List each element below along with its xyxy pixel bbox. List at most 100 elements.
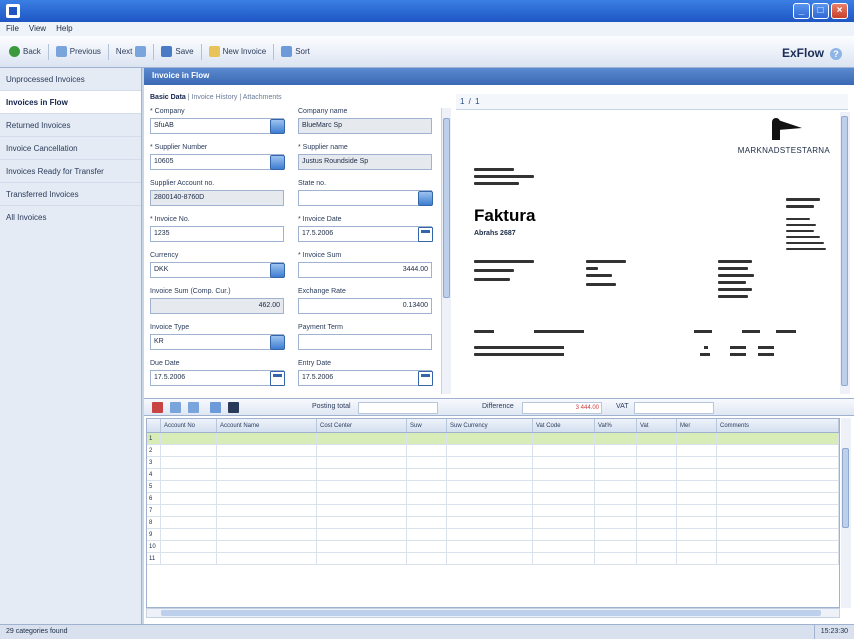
table-cell[interactable] [717, 493, 839, 504]
table-cell[interactable] [533, 529, 595, 540]
table-cell[interactable] [717, 553, 839, 564]
table-cell[interactable] [447, 457, 533, 468]
table-row[interactable]: 8 [147, 517, 839, 529]
grid-horizontal-scrollbar[interactable] [146, 608, 840, 618]
column-header[interactable]: Suw [407, 419, 447, 432]
supplier-number-input[interactable]: 10605 [150, 154, 285, 170]
split-icon[interactable] [188, 402, 199, 413]
table-cell[interactable] [717, 505, 839, 516]
menu-help[interactable]: Help [56, 22, 72, 36]
invoice-sum-comp-input[interactable]: 462.00 [150, 298, 284, 314]
form-scrollbar[interactable] [441, 108, 451, 394]
entry-date-input[interactable]: 17.5.2006 [298, 370, 433, 386]
invoice-type-input[interactable]: KR [150, 334, 285, 350]
table-cell[interactable] [317, 457, 407, 468]
table-cell[interactable] [677, 457, 717, 468]
table-cell[interactable] [161, 529, 217, 540]
company-name-input[interactable]: BlueMarc Sp [298, 118, 432, 134]
table-cell[interactable] [217, 517, 317, 528]
table-cell[interactable] [317, 517, 407, 528]
table-cell[interactable] [447, 505, 533, 516]
table-cell[interactable] [217, 529, 317, 540]
supplier-name-input[interactable]: Justus Roundside Sp [298, 154, 432, 170]
table-cell[interactable] [533, 457, 595, 468]
state-input[interactable] [298, 190, 433, 206]
table-cell[interactable] [717, 469, 839, 480]
column-header[interactable]: Vat Code [533, 419, 595, 432]
table-cell[interactable] [317, 505, 407, 516]
sidebar-item-ready-transfer[interactable]: Invoices Ready for Transfer [0, 160, 141, 183]
table-cell[interactable] [637, 541, 677, 552]
table-cell[interactable] [637, 517, 677, 528]
table-cell[interactable] [161, 481, 217, 492]
table-cell[interactable] [407, 433, 447, 444]
scrollbar-thumb[interactable] [842, 448, 849, 528]
company-input[interactable]: SfuAB [150, 118, 285, 134]
table-cell[interactable] [317, 529, 407, 540]
table-cell[interactable] [447, 481, 533, 492]
table-cell[interactable] [677, 529, 717, 540]
table-cell[interactable] [717, 433, 839, 444]
table-row[interactable]: 3 [147, 457, 839, 469]
table-cell[interactable] [533, 481, 595, 492]
maximize-button[interactable]: □ [812, 3, 829, 19]
save-button[interactable]: Save [158, 44, 196, 59]
lookup-icon[interactable] [270, 263, 285, 278]
exchange-rate-input[interactable]: 0.13400 [298, 298, 432, 314]
table-cell[interactable] [217, 481, 317, 492]
table-row[interactable]: 9 [147, 529, 839, 541]
table-cell[interactable] [407, 517, 447, 528]
table-cell[interactable] [595, 481, 637, 492]
table-cell[interactable] [161, 541, 217, 552]
scrollbar-thumb[interactable] [841, 116, 848, 386]
pdf-page-indicator[interactable]: 1 / 1 [460, 97, 481, 106]
table-cell[interactable] [533, 493, 595, 504]
table-cell[interactable] [217, 445, 317, 456]
table-cell[interactable] [595, 529, 637, 540]
scrollbar-thumb[interactable] [161, 610, 821, 616]
table-cell[interactable] [407, 541, 447, 552]
table-row[interactable]: 6 [147, 493, 839, 505]
grid-icon[interactable] [170, 402, 181, 413]
lookup-icon[interactable] [270, 155, 285, 170]
due-date-input[interactable]: 17.5.2006 [150, 370, 285, 386]
table-cell[interactable] [595, 505, 637, 516]
table-cell[interactable] [317, 433, 407, 444]
table-cell[interactable] [717, 457, 839, 468]
table-cell[interactable] [161, 553, 217, 564]
column-header[interactable]: Cost Center [317, 419, 407, 432]
table-cell[interactable] [595, 433, 637, 444]
invoice-date-input[interactable]: 17.5.2006 [298, 226, 433, 242]
table-cell[interactable] [637, 481, 677, 492]
table-cell[interactable] [161, 457, 217, 468]
table-row[interactable]: 5 [147, 481, 839, 493]
table-cell[interactable] [677, 469, 717, 480]
table-cell[interactable] [407, 481, 447, 492]
table-cell[interactable] [595, 457, 637, 468]
column-header[interactable]: Account No [161, 419, 217, 432]
viewer-scrollbar[interactable] [840, 112, 850, 394]
table-cell[interactable] [217, 493, 317, 504]
previous-button[interactable]: Previous [53, 44, 104, 59]
next-button[interactable]: Next [113, 44, 149, 59]
table-cell[interactable] [407, 457, 447, 468]
table-cell[interactable] [637, 433, 677, 444]
table-cell[interactable] [161, 445, 217, 456]
table-cell[interactable] [637, 553, 677, 564]
table-cell[interactable] [717, 529, 839, 540]
sidebar-item-all[interactable]: All Invoices [0, 206, 141, 229]
table-cell[interactable] [637, 493, 677, 504]
table-cell[interactable] [677, 517, 717, 528]
help-icon[interactable]: ? [830, 48, 842, 60]
table-cell[interactable] [717, 445, 839, 456]
table-cell[interactable] [637, 469, 677, 480]
minimize-button[interactable]: _ [793, 3, 810, 19]
table-cell[interactable] [677, 541, 717, 552]
lookup-icon[interactable] [418, 191, 433, 206]
table-cell[interactable] [717, 541, 839, 552]
table-cell[interactable] [317, 541, 407, 552]
table-cell[interactable] [447, 541, 533, 552]
table-cell[interactable] [447, 469, 533, 480]
table-cell[interactable] [447, 493, 533, 504]
table-cell[interactable] [161, 433, 217, 444]
